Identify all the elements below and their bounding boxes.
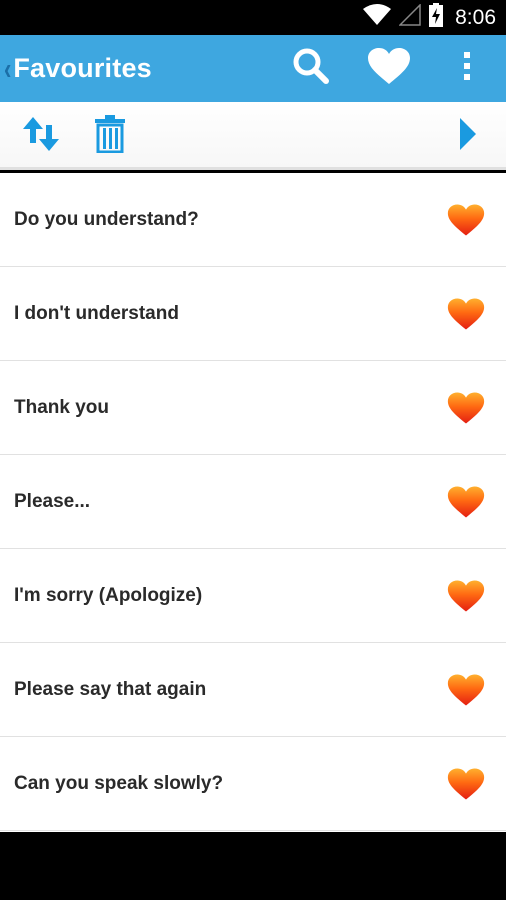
phrase-list: Do you understand? I don't understand Th… [0,173,506,832]
back-chevron-icon: ‹ [4,50,12,86]
phrase-text: I don't understand [14,302,179,324]
overflow-menu-button[interactable] [428,35,506,102]
phrase-text: Please say that again [14,678,207,700]
more-vertical-icon [462,50,472,87]
search-icon [291,46,331,91]
list-item[interactable]: Do you understand? [0,173,506,267]
favourite-heart-icon[interactable] [446,484,486,520]
trash-icon [94,114,126,158]
sort-button[interactable] [18,102,64,170]
page-title: Favourites [13,53,152,83]
favourite-heart-icon[interactable] [446,578,486,614]
phrase-text: Do you understand? [14,208,199,230]
list-item[interactable]: Please... [0,455,506,549]
list-item[interactable]: Thank you [0,361,506,455]
favourite-heart-icon[interactable] [446,296,486,332]
back-button[interactable]: ‹ Favourites [0,35,152,102]
status-time: 8:06 [455,5,496,29]
phrase-text: Can you speak slowly? [14,772,224,794]
favourite-heart-icon[interactable] [446,202,486,238]
list-item[interactable]: I'm sorry (Apologize) [0,549,506,643]
favourite-heart-icon[interactable] [446,766,486,802]
heart-icon [367,47,411,90]
favourites-button[interactable] [350,35,428,102]
play-arrow-icon [459,117,477,156]
list-item[interactable]: Can you speak slowly? [0,737,506,831]
delete-button[interactable] [90,102,130,170]
cell-signal-icon [398,3,421,31]
search-button[interactable] [272,35,350,102]
toolbar [0,102,506,170]
favourite-heart-icon[interactable] [446,390,486,426]
phrase-text: I'm sorry (Apologize) [14,584,203,606]
wifi-icon [363,4,392,31]
status-bar: 8:06 [0,0,506,35]
battery-charging-icon [429,3,444,32]
play-button[interactable] [450,102,486,170]
system-navigation-bar [0,832,506,900]
action-bar: ‹ Favourites [0,35,506,102]
list-item[interactable]: Please say that again [0,643,506,737]
sort-arrows-icon [21,115,61,158]
favourite-heart-icon[interactable] [446,672,486,708]
list-item[interactable]: I don't understand [0,267,506,361]
phrase-text: Thank you [14,396,110,418]
phrase-text: Please... [14,490,91,512]
